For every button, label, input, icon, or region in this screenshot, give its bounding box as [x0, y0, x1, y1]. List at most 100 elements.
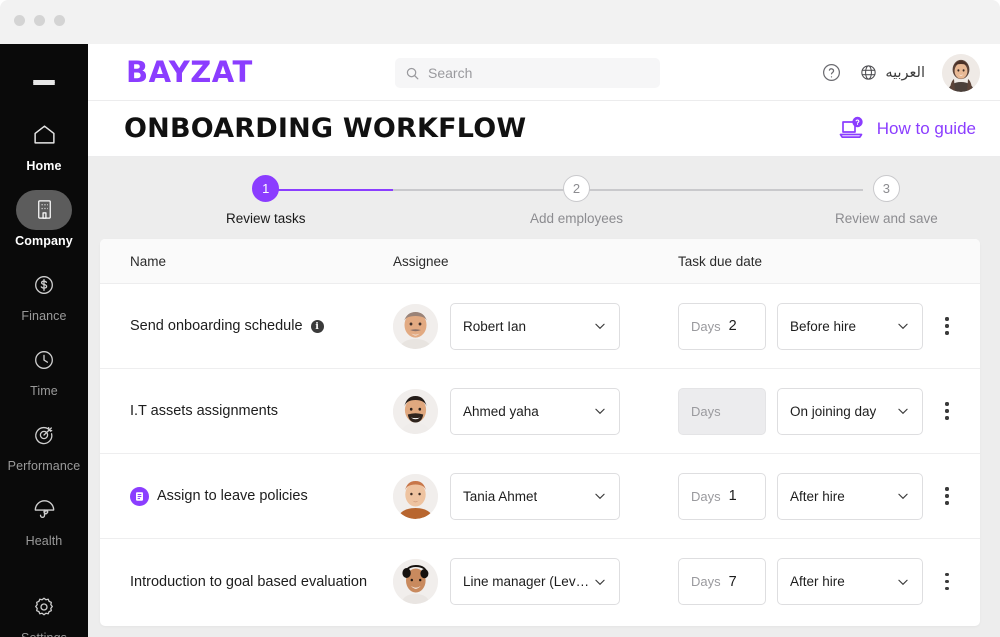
stepper-label-1: Review tasks — [226, 211, 306, 226]
search-box[interactable] — [395, 58, 660, 88]
stepper-step-3[interactable]: 3 Review and save — [835, 175, 938, 226]
row-menu-button[interactable] — [936, 481, 958, 511]
assignee-cell: Ahmed yaha — [393, 387, 678, 435]
assignee-value: Line manager (Level 1) — [463, 574, 593, 589]
question-circle-icon[interactable] — [821, 62, 842, 83]
language-label: العربيه — [885, 64, 925, 81]
sidebar-label-settings: Settings — [21, 631, 67, 637]
sidebar-label-time: Time — [30, 383, 58, 398]
assignee-select[interactable]: Ahmed yaha — [450, 387, 620, 435]
assignee-avatar — [393, 388, 438, 434]
stepper-step-2[interactable]: 2 Add employees — [530, 175, 623, 226]
chevron-down-icon — [595, 493, 605, 500]
avatar-image — [393, 559, 438, 604]
assignee-select[interactable]: Line manager (Level 1) — [450, 558, 620, 605]
table-row: Introduction to goal based evaluation Li… — [100, 539, 980, 624]
search-input[interactable] — [428, 65, 643, 81]
clock-icon — [16, 340, 72, 380]
chevron-down-icon — [898, 579, 908, 585]
row-menu-button[interactable] — [936, 396, 958, 426]
assignee-select[interactable]: Robert Ian — [450, 302, 620, 350]
timing-select[interactable]: Before hire — [777, 302, 923, 350]
avatar-image — [393, 388, 438, 434]
sidebar-item-health[interactable]: Health — [0, 490, 88, 548]
how-to-guide-label: How to guide — [876, 118, 976, 138]
avatar[interactable] — [942, 53, 980, 92]
top-header: BAYZAT العربيه — [88, 44, 1000, 101]
days-input: Days — [678, 387, 766, 435]
row-menu-button[interactable] — [936, 311, 958, 341]
sidebar-item-finance[interactable]: Finance — [0, 265, 88, 323]
stepper-label-2: Add employees — [530, 211, 624, 226]
timing-select[interactable]: On joining day — [777, 387, 923, 435]
assignee-cell: Robert Ian — [393, 302, 678, 350]
sidebar-label-finance: Finance — [21, 308, 67, 323]
sidebar-label-performance: Performance — [7, 458, 81, 473]
row-menu-button[interactable] — [936, 567, 958, 597]
sidebar-item-time[interactable]: Time — [0, 340, 88, 398]
column-header-assignee: Assignee — [393, 253, 449, 269]
search-icon — [406, 67, 419, 79]
days-value: 7 — [728, 573, 737, 590]
bayzat-badge-icon — [130, 486, 149, 506]
sidebar-label-health: Health — [25, 533, 63, 548]
info-icon[interactable]: i — [310, 319, 324, 333]
days-label: Days — [691, 403, 721, 419]
table-header-row: Name Assignee Task due date — [100, 239, 980, 284]
target-icon — [16, 415, 72, 455]
hamburger-icon[interactable] — [33, 80, 55, 85]
sidebar-label-company: Company — [15, 233, 73, 248]
task-name-cell: Introduction to goal based evaluation — [130, 574, 393, 590]
days-label: Days — [691, 574, 721, 589]
umbrella-heart-icon — [16, 490, 72, 530]
assignee-avatar — [393, 303, 438, 349]
window-controls[interactable] — [14, 15, 65, 26]
language-switcher[interactable]: العربيه — [859, 63, 925, 82]
timing-select[interactable]: After hire — [777, 558, 923, 605]
task-name-label: Send onboarding schedule — [130, 318, 303, 334]
chevron-down-icon — [898, 323, 908, 330]
gear-icon — [16, 587, 72, 627]
window-maximize-dot[interactable] — [54, 15, 65, 26]
days-label: Days — [691, 318, 721, 334]
due-date-cell: Days On joining day — [678, 387, 936, 435]
days-value: 1 — [728, 488, 737, 504]
window-minimize-dot[interactable] — [34, 15, 45, 26]
page-title: ONBOARDING WORKFLOW — [124, 113, 527, 144]
window-close-dot[interactable] — [14, 15, 25, 26]
days-input[interactable]: Days 1 — [678, 472, 766, 520]
globe-icon — [861, 65, 877, 80]
assignee-cell: Line manager (Level 1) — [393, 558, 678, 605]
assignee-select[interactable]: Tania Ahmet — [450, 472, 620, 520]
assignee-value: Ahmed yaha — [463, 403, 539, 419]
table-row: Assign to leave policies Tania Ahmet Day… — [100, 454, 980, 539]
due-date-cell: Days 7 After hire — [678, 558, 936, 605]
b-glyph — [136, 491, 143, 501]
window-title-bar — [0, 0, 1000, 44]
assignee-value: Tania Ahmet — [463, 488, 538, 504]
dollar-circle-icon — [16, 265, 72, 305]
sidebar-item-company[interactable]: Company — [0, 189, 88, 248]
stepper-number-3: 3 — [872, 175, 900, 202]
task-name-cell: Assign to leave policies — [130, 486, 393, 506]
assignee-avatar — [393, 473, 438, 519]
chevron-down-icon — [595, 579, 605, 585]
how-to-guide-button[interactable]: How to guide — [837, 115, 976, 143]
bayzat-logo[interactable]: BAYZAT — [126, 55, 253, 89]
stepper-label-3: Review and save — [835, 211, 938, 226]
task-name-cell: Send onboarding schedule i — [130, 318, 393, 334]
timing-value: After hire — [790, 574, 845, 589]
task-name-label: I.T assets assignments — [130, 403, 279, 419]
stepper-step-1[interactable]: 1 Review tasks — [226, 175, 306, 226]
sidebar-item-performance[interactable]: Performance — [0, 415, 88, 473]
laptop-question-icon — [839, 116, 863, 138]
avatar-image — [393, 303, 438, 349]
days-input[interactable]: Days 7 — [678, 558, 766, 605]
header-actions: العربيه — [821, 44, 980, 101]
sidebar-item-settings[interactable]: Settings — [0, 587, 88, 637]
timing-select[interactable]: After hire — [777, 472, 923, 520]
due-date-cell: Days 1 After hire — [678, 472, 936, 520]
app-window: Home Company Finance Time Performance He… — [0, 0, 1000, 637]
sidebar-item-home[interactable]: Home — [0, 115, 88, 173]
days-input[interactable]: Days 2 — [678, 302, 766, 350]
